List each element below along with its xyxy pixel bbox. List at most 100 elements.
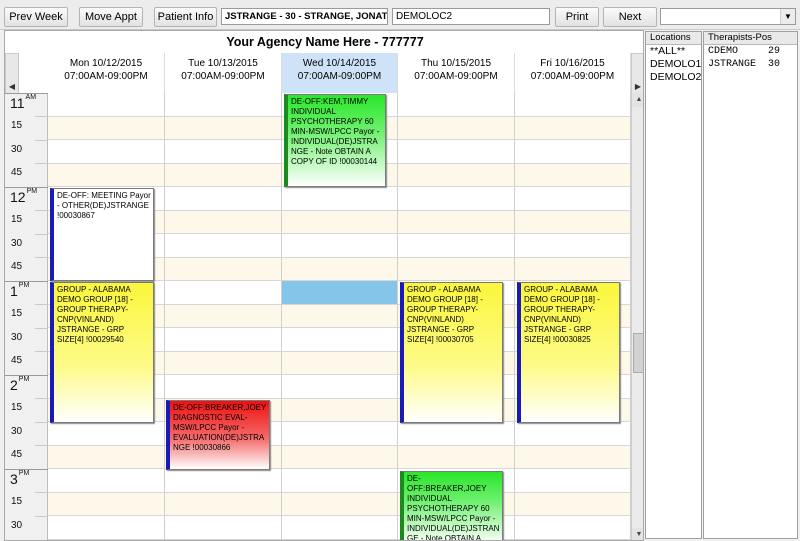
scrollbar-thumb[interactable] [633,333,643,373]
time-slot[interactable] [398,445,515,469]
time-slot[interactable] [515,492,631,516]
quarter-line [35,140,48,141]
time-slot[interactable] [165,257,282,281]
time-slot[interactable] [282,351,398,375]
day-hours: 07:00AM-09:00PM [414,71,498,82]
prev-week-button[interactable]: Prev Week [4,7,68,27]
appointment-card[interactable]: DE-OFF: MEETING Payor - OTHER(DE)JSTRANG… [50,188,154,281]
time-slot[interactable] [48,516,165,540]
time-slot[interactable] [282,375,398,399]
therapist-field[interactable]: JSTRANGE - 30 - STRANGE, JONATHAN [221,8,388,25]
scroll-up-icon[interactable]: ▲ [632,93,643,107]
time-slot[interactable] [282,516,398,540]
time-column: 11AM 15 30 45 12PM 15 30 45 1PM 15 30 45 [5,93,48,540]
scroll-down-icon[interactable]: ▼ [632,528,643,540]
time-slot[interactable] [282,492,398,516]
time-slot[interactable] [282,304,398,328]
appointment-card[interactable]: DE-OFF:BREAKER,JOEY DIAGNOSTIC EVAL-MSW/… [166,400,270,470]
time-grid: 11AM 15 30 45 12PM 15 30 45 1PM 15 30 45 [5,93,631,540]
time-slot[interactable] [515,93,631,117]
day-header-wed: Wed 10/14/2015 07:00AM-09:00PM [282,53,398,93]
time-label-45: 45 [11,355,23,366]
time-slot[interactable] [398,234,515,258]
therapists-panel: Therapists-Pos CDEMO 29 JSTRANGE 30 [703,31,798,539]
appointment-card[interactable]: DE-OFF:KEM,TIMMY INDIVIDUAL PSYCHOTHERAP… [284,94,386,187]
time-slot[interactable] [165,492,282,516]
time-slot[interactable] [282,328,398,352]
time-slot[interactable] [165,116,282,140]
time-label-15: 15 [11,496,23,507]
time-slot[interactable] [48,116,165,140]
time-slot[interactable] [282,210,398,234]
therapist-item[interactable]: JSTRANGE 30 [704,58,797,71]
time-slot[interactable] [165,187,282,211]
time-slot[interactable] [282,187,398,211]
location-item[interactable]: DEMOLO2 [646,71,701,84]
time-slot[interactable] [515,516,631,540]
appointment-card[interactable]: GROUP - ALABAMA DEMO GROUP [18] - GROUP … [400,282,503,423]
time-slot[interactable] [48,445,165,469]
time-slot[interactable] [515,234,631,258]
time-slot[interactable] [165,328,282,352]
time-slot[interactable] [515,187,631,211]
view-dropdown[interactable]: ▼ [660,8,796,25]
time-slot[interactable] [515,257,631,281]
time-slot[interactable] [515,210,631,234]
time-slot[interactable] [398,210,515,234]
move-appt-button[interactable]: Move Appt [79,7,143,27]
time-slot[interactable] [165,351,282,375]
time-slot[interactable] [282,422,398,446]
time-slot[interactable] [165,163,282,187]
time-slot[interactable] [515,140,631,164]
time-slot[interactable] [282,281,398,305]
time-slot[interactable] [398,257,515,281]
time-slot[interactable] [48,163,165,187]
time-slot[interactable] [165,93,282,117]
time-slot[interactable] [165,469,282,493]
time-slot[interactable] [165,281,282,305]
time-slot[interactable] [398,140,515,164]
time-slot[interactable] [48,492,165,516]
day-hours: 07:00AM-09:00PM [181,71,265,82]
next-week-button[interactable]: Next Week [603,7,657,41]
time-slot[interactable] [48,140,165,164]
time-slot[interactable] [398,116,515,140]
time-slot[interactable] [48,93,165,117]
location-field[interactable]: DEMOLOC2 [392,8,550,25]
time-slot[interactable] [165,140,282,164]
time-slot[interactable] [282,257,398,281]
quarter-line [35,257,48,258]
appointment-card[interactable]: DE-OFF:BREAKER,JOEY INDIVIDUAL PSYCHOTHE… [400,471,503,540]
time-slot[interactable] [398,422,515,446]
time-slot[interactable] [48,422,165,446]
quarter-line [35,304,48,305]
appointment-card[interactable]: GROUP - ALABAMA DEMO GROUP [18] - GROUP … [517,282,620,423]
time-slot[interactable] [282,234,398,258]
vertical-scrollbar[interactable]: ▲ ▼ [631,93,643,540]
time-slot[interactable] [398,187,515,211]
appointment-card[interactable]: GROUP - ALABAMA DEMO GROUP [18] - GROUP … [50,282,154,423]
chevron-down-icon[interactable]: ▼ [780,9,795,24]
time-slot[interactable] [398,93,515,117]
location-item[interactable]: DEMOLO1 [646,58,701,71]
time-slot[interactable] [282,469,398,493]
time-slot[interactable] [515,469,631,493]
time-slot[interactable] [165,516,282,540]
time-slot[interactable] [515,445,631,469]
time-slot[interactable] [165,210,282,234]
time-slot[interactable] [165,304,282,328]
time-slot[interactable] [515,422,631,446]
time-slot[interactable] [282,398,398,422]
time-slot[interactable] [165,234,282,258]
therapist-item[interactable]: CDEMO 29 [704,45,797,58]
print-button[interactable]: Print [555,7,599,27]
time-slot[interactable] [282,445,398,469]
time-slot[interactable] [398,163,515,187]
time-slot[interactable] [48,469,165,493]
time-slot[interactable] [515,163,631,187]
location-item[interactable]: **ALL** [646,45,701,58]
time-slot[interactable] [165,375,282,399]
day-header-fri: Fri 10/16/2015 07:00AM-09:00PM [515,53,631,93]
time-slot[interactable] [515,116,631,140]
patient-info-button[interactable]: Patient Info [154,7,217,27]
